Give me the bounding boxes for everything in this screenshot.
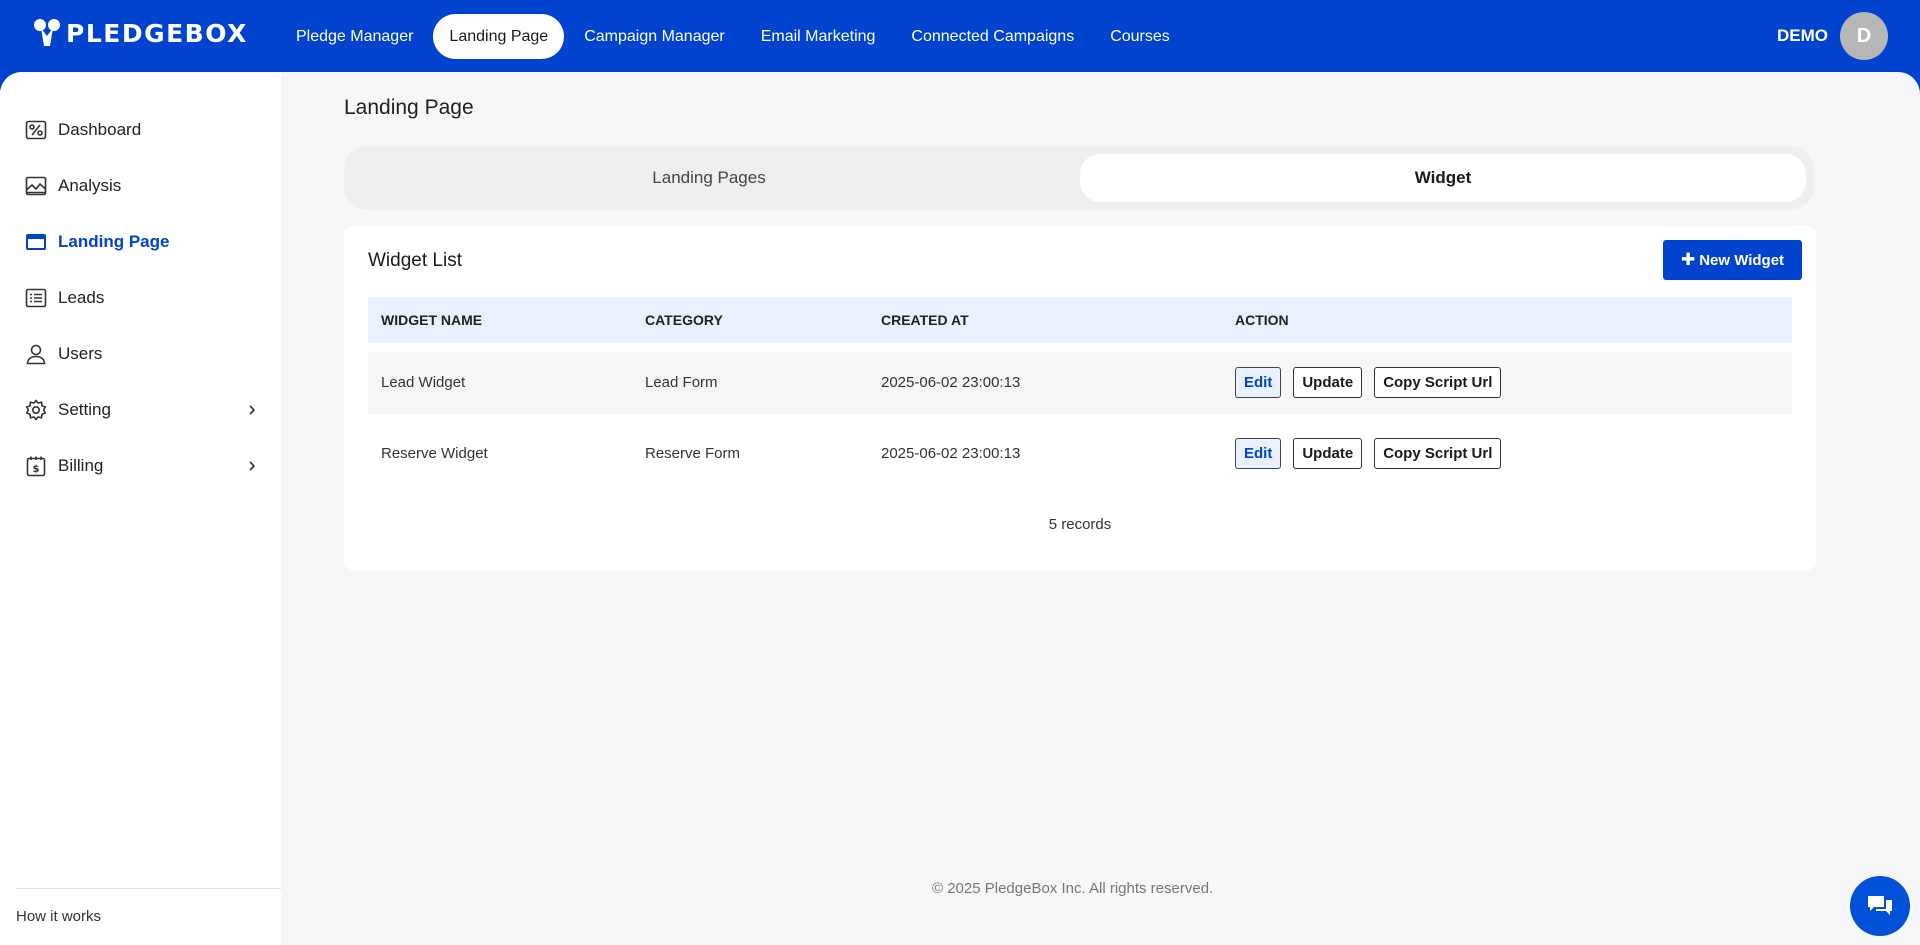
- footer-copyright: © 2025 PledgeBox Inc. All rights reserve…: [932, 880, 1214, 897]
- topnav-pledge-manager[interactable]: Pledge Manager: [280, 14, 429, 59]
- sidebar-item-leads[interactable]: Leads: [24, 282, 260, 314]
- column-header-created-at: CREATED AT: [881, 312, 969, 328]
- tab-widget[interactable]: Widget: [1080, 154, 1806, 202]
- user-menu[interactable]: DEMO D: [1777, 12, 1888, 60]
- topnav-courses[interactable]: Courses: [1094, 14, 1186, 59]
- top-navigation: Pledge Manager Landing Page Campaign Man…: [280, 14, 1190, 59]
- row-actions: Edit Update Copy Script Url: [1235, 367, 1513, 398]
- sidebar-item-label: Dashboard: [58, 120, 142, 139]
- sidebar-item-label: Leads: [58, 288, 105, 307]
- topnav-connected-campaigns[interactable]: Connected Campaigns: [895, 14, 1090, 59]
- column-header-widget-name: WIDGET NAME: [381, 312, 483, 328]
- cell-widget-name: Lead Widget: [381, 374, 466, 391]
- sidebar-item-dashboard[interactable]: Dashboard: [24, 114, 260, 146]
- topnav-landing-page[interactable]: Landing Page: [433, 14, 565, 59]
- sidebar-item-landing-page[interactable]: Landing Page: [24, 226, 260, 258]
- new-widget-button[interactable]: ✚ New Widget: [1663, 240, 1802, 280]
- cell-category: Reserve Form: [645, 445, 741, 462]
- sidebar-divider: [16, 888, 281, 889]
- chevron-right-icon: [249, 461, 256, 471]
- plus-icon: ✚: [1680, 250, 1696, 269]
- edit-button[interactable]: Edit: [1235, 367, 1282, 398]
- chart-image-icon: [24, 174, 48, 198]
- list-icon: [24, 286, 48, 310]
- column-header-category: CATEGORY: [645, 312, 723, 328]
- topnav-email-marketing[interactable]: Email Marketing: [745, 14, 892, 59]
- tab-bar: Landing Pages Widget: [344, 146, 1814, 210]
- sidebar-item-label: Users: [58, 344, 103, 363]
- card-title: Widget List: [368, 250, 462, 271]
- top-bar: PLEDGEBOX Pledge Manager Landing Page Ca…: [0, 0, 1920, 72]
- sidebar-item-label: Analysis: [58, 176, 122, 195]
- billing-icon: $: [24, 454, 48, 478]
- row-actions: Edit Update Copy Script Url: [1235, 438, 1513, 469]
- cell-category: Lead Form: [645, 374, 718, 391]
- app-shell: Dashboard Analysis Landing Page Leads Us…: [0, 72, 1920, 945]
- sidebar: Dashboard Analysis Landing Page Leads Us…: [0, 72, 281, 945]
- page-title: Landing Page: [344, 96, 474, 119]
- sidebar-item-billing[interactable]: $ Billing: [24, 450, 260, 482]
- pledgebox-logo-icon: [34, 19, 60, 46]
- svg-text:$: $: [33, 464, 40, 475]
- how-it-works-link[interactable]: How it works: [16, 908, 101, 925]
- user-icon: [24, 342, 48, 366]
- copy-script-url-button[interactable]: Copy Script Url: [1374, 438, 1502, 469]
- gear-icon: [24, 398, 48, 422]
- sidebar-item-label: Setting: [58, 400, 111, 419]
- avatar[interactable]: D: [1840, 12, 1888, 60]
- browser-window-icon: [24, 230, 48, 254]
- edit-button[interactable]: Edit: [1235, 438, 1282, 469]
- table-header: WIDGET NAME CATEGORY CREATED AT ACTION: [368, 297, 1792, 343]
- update-button[interactable]: Update: [1293, 438, 1363, 469]
- sidebar-item-users[interactable]: Users: [24, 338, 260, 370]
- chat-icon: [1868, 896, 1892, 915]
- update-button[interactable]: Update: [1293, 367, 1363, 398]
- cell-created-at: 2025-06-02 23:00:13: [881, 374, 1021, 391]
- copy-script-url-button[interactable]: Copy Script Url: [1374, 367, 1502, 398]
- pledgebox-logo[interactable]: PLEDGEBOX: [32, 18, 248, 48]
- chevron-right-icon: [249, 405, 256, 415]
- chat-widget-button[interactable]: [1850, 876, 1910, 936]
- cell-widget-name: Reserve Widget: [381, 445, 488, 462]
- brand-name: PLEDGEBOX: [66, 18, 248, 48]
- sidebar-item-label: Billing: [58, 456, 104, 475]
- column-header-action: ACTION: [1235, 312, 1289, 328]
- new-widget-label: New Widget: [1699, 251, 1785, 269]
- topnav-campaign-manager[interactable]: Campaign Manager: [568, 14, 741, 59]
- cell-created-at: 2025-06-02 23:00:13: [881, 445, 1021, 462]
- user-name: DEMO: [1777, 26, 1828, 45]
- records-count: 5 records: [1048, 516, 1112, 533]
- table-row: Reserve Widget Reserve Form 2025-06-02 2…: [368, 423, 1792, 485]
- dashboard-icon: [24, 118, 48, 142]
- sidebar-item-analysis[interactable]: Analysis: [24, 170, 260, 202]
- widget-list-card: Widget List ✚ New Widget WIDGET NAME CAT…: [344, 226, 1816, 570]
- table-row: Lead Widget Lead Form 2025-06-02 23:00:1…: [368, 352, 1792, 414]
- tab-landing-pages[interactable]: Landing Pages: [352, 154, 1066, 202]
- sidebar-item-setting[interactable]: Setting: [24, 394, 260, 426]
- sidebar-item-label: Landing Page: [58, 232, 170, 251]
